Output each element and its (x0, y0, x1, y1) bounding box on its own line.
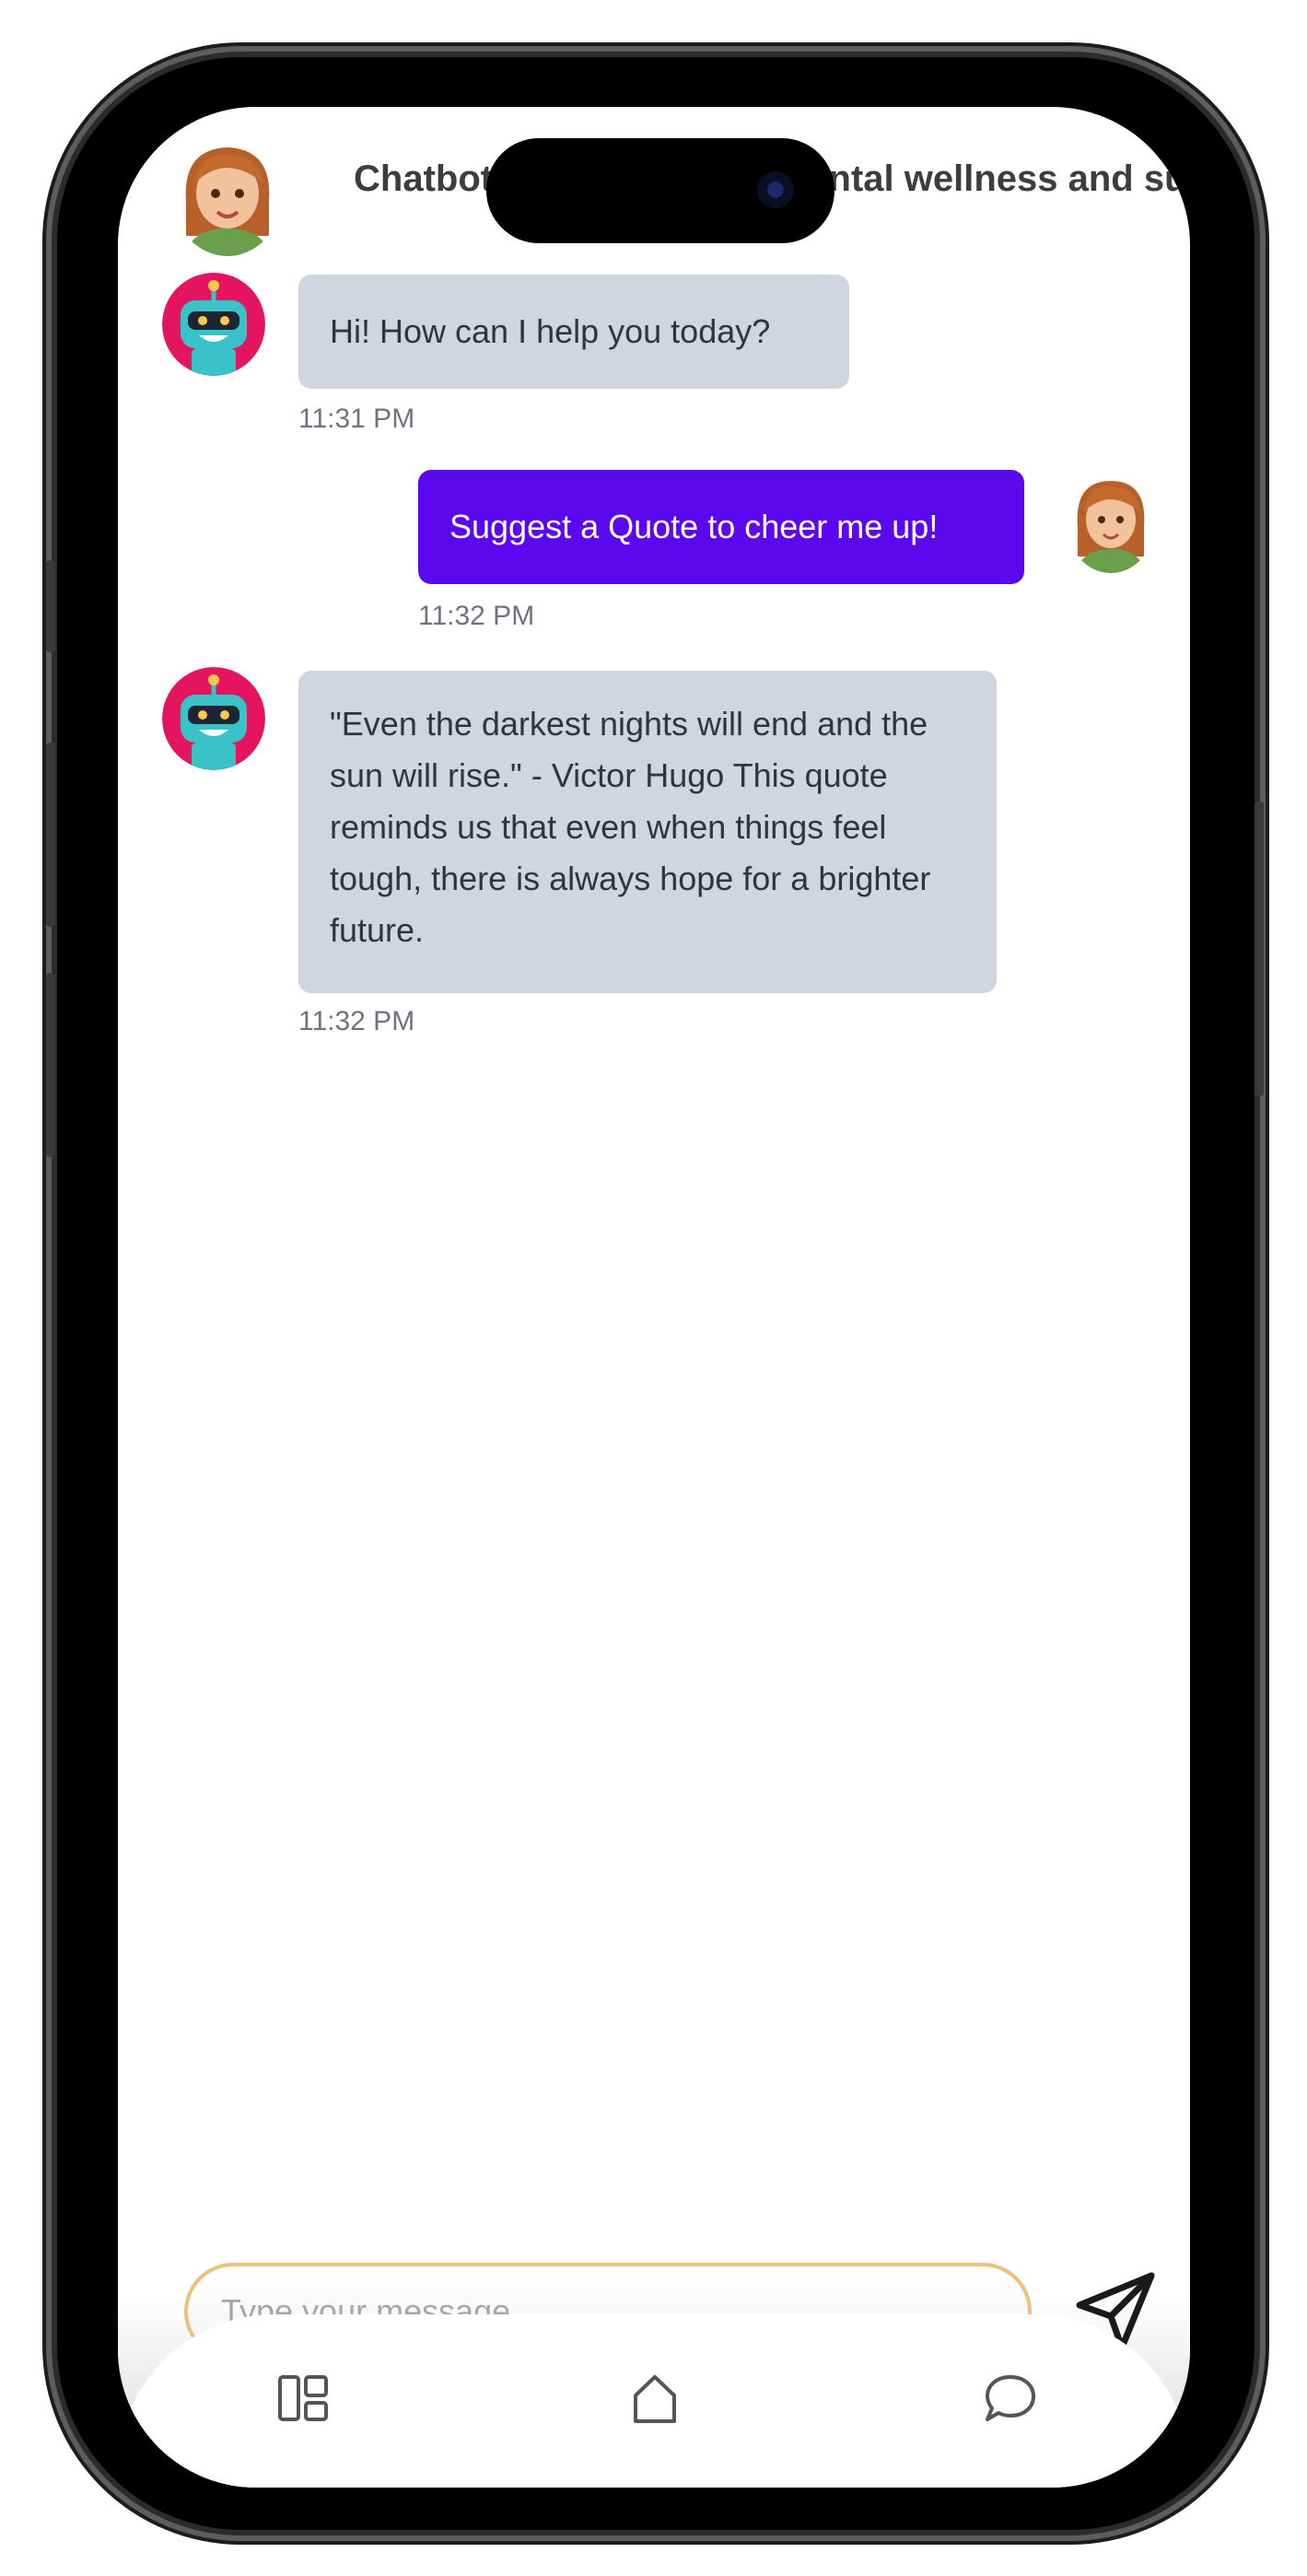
message-text: Suggest a Quote to cheer me up! (449, 508, 939, 545)
bot-avatar (162, 273, 265, 376)
dashboard-icon (278, 2375, 328, 2421)
message-timestamp: 11:32 PM (418, 601, 535, 631)
bot-message-bubble: "Even the darkest nights will end and th… (298, 671, 997, 993)
user-message-bubble: Suggest a Quote to cheer me up! (418, 470, 1024, 584)
message-timestamp: 11:31 PM (298, 404, 415, 434)
home-icon (634, 2375, 676, 2423)
user-avatar (1067, 472, 1155, 573)
dynamic-island (486, 138, 834, 243)
app-screen: Chatbot Companion for mental wellness an… (118, 107, 1190, 2488)
message-text: Hi! How can I help you today? (330, 312, 771, 350)
volume-down-button (46, 973, 55, 1157)
action-button (46, 560, 55, 652)
bot-message-bubble: Hi! How can I help you today? (298, 275, 849, 389)
bottom-navigation (118, 2314, 1190, 2488)
nav-dashboard[interactable] (271, 2366, 335, 2430)
bot-avatar (162, 667, 265, 770)
message-timestamp: 11:32 PM (298, 1006, 415, 1036)
nav-home[interactable] (623, 2366, 687, 2430)
camera-icon (757, 171, 794, 208)
message-text: "Even the darkest nights will end and th… (330, 705, 931, 949)
volume-up-button (46, 743, 55, 927)
power-button (1254, 802, 1264, 1096)
chat-icon (986, 2375, 1035, 2421)
user-avatar (173, 136, 282, 256)
nav-chat[interactable] (978, 2366, 1043, 2430)
